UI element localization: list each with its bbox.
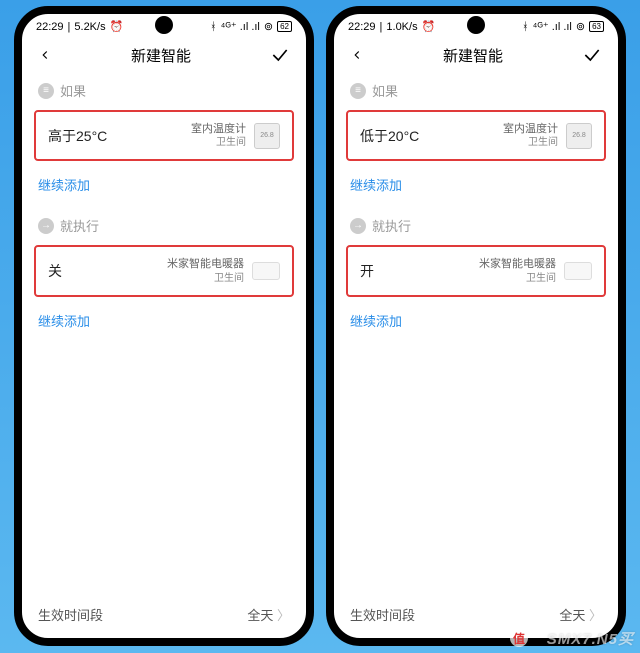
condition-text: 高于25°C	[48, 126, 107, 146]
then-action-card[interactable]: 开 米家智能电暖器 卫生间	[346, 245, 606, 296]
effective-time-value: 全天	[559, 608, 585, 623]
effective-time-label: 生效时间段	[350, 605, 415, 624]
nav-bar: 新建智能	[334, 35, 618, 75]
then-label: 就执行	[372, 216, 411, 235]
camera-notch	[155, 16, 173, 34]
phone-right: 22:29 | 1.0K/s ⏰ ᚼ ⁴ᴳ⁺ .ıl .ıl ⊚ 63 新建智能	[326, 6, 626, 646]
then-section-header: → 就执行	[334, 210, 618, 241]
if-label: 如果	[60, 81, 86, 100]
chevron-right-icon: 〉	[589, 608, 602, 623]
then-add-button[interactable]: 继续添加	[334, 301, 618, 346]
alarm-icon: ⏰	[422, 20, 436, 33]
signal-icon: ⁴ᴳ⁺ .ıl .ıl	[533, 20, 572, 33]
heater-icon	[564, 262, 592, 280]
if-badge-icon: ≡	[350, 83, 366, 99]
back-button[interactable]	[38, 48, 52, 62]
camera-notch	[467, 16, 485, 34]
battery-icon: 63	[589, 21, 604, 32]
alarm-icon: ⏰	[110, 20, 124, 33]
if-condition-card[interactable]: 低于20°C 室内温度计 卫生间 26.8	[346, 110, 606, 161]
action-device: 米家智能电暖器	[167, 257, 244, 271]
bluetooth-icon: ᚼ	[210, 21, 217, 33]
then-badge-icon: →	[350, 218, 366, 234]
thermometer-icon: 26.8	[254, 123, 280, 149]
then-section-header: → 就执行	[22, 210, 306, 241]
condition-device: 室内温度计	[503, 122, 558, 136]
effective-time-value: 全天	[247, 608, 273, 623]
clock: 22:29	[348, 21, 376, 33]
wifi-icon: ⊚	[576, 20, 585, 33]
clock: 22:29	[36, 21, 64, 33]
if-section-header: ≡ 如果	[334, 75, 618, 106]
action-text: 关	[48, 261, 62, 281]
if-condition-card[interactable]: 高于25°C 室内温度计 卫生间 26.8	[34, 110, 294, 161]
page-title: 新建智能	[131, 45, 191, 66]
condition-room: 卫生间	[191, 136, 246, 149]
if-add-button[interactable]: 继续添加	[22, 165, 306, 210]
bluetooth-icon: ᚼ	[522, 21, 529, 33]
net-speed: 1.0K/s	[386, 21, 417, 33]
action-device: 米家智能电暖器	[479, 257, 556, 271]
action-room: 卫生间	[167, 272, 244, 285]
heater-icon	[252, 262, 280, 280]
condition-room: 卫生间	[503, 136, 558, 149]
then-badge-icon: →	[38, 218, 54, 234]
watermark-badge: 值	[510, 629, 528, 647]
condition-text: 低于20°C	[360, 126, 419, 146]
action-text: 开	[360, 261, 374, 281]
if-section-header: ≡ 如果	[22, 75, 306, 106]
effective-time-label: 生效时间段	[38, 605, 103, 624]
if-badge-icon: ≡	[38, 83, 54, 99]
page-title: 新建智能	[443, 45, 503, 66]
back-button[interactable]	[350, 48, 364, 62]
then-add-button[interactable]: 继续添加	[22, 301, 306, 346]
action-room: 卫生间	[479, 272, 556, 285]
if-add-button[interactable]: 继续添加	[334, 165, 618, 210]
battery-icon: 62	[277, 21, 292, 32]
then-label: 就执行	[60, 216, 99, 235]
then-action-card[interactable]: 关 米家智能电暖器 卫生间	[34, 245, 294, 296]
effective-time-row[interactable]: 生效时间段 全天 〉	[22, 591, 306, 638]
confirm-button[interactable]	[270, 45, 290, 65]
signal-icon: ⁴ᴳ⁺ .ıl .ıl	[221, 20, 260, 33]
confirm-button[interactable]	[582, 45, 602, 65]
wifi-icon: ⊚	[264, 20, 273, 33]
chevron-right-icon: 〉	[277, 608, 290, 623]
nav-bar: 新建智能	[22, 35, 306, 75]
phone-left: 22:29 | 5.2K/s ⏰ ᚼ ⁴ᴳ⁺ .ıl .ıl ⊚ 62 新建智能	[14, 6, 314, 646]
net-speed: 5.2K/s	[74, 21, 105, 33]
condition-device: 室内温度计	[191, 122, 246, 136]
watermark-text: SMX7.N5买	[547, 628, 634, 649]
thermometer-icon: 26.8	[566, 123, 592, 149]
if-label: 如果	[372, 81, 398, 100]
